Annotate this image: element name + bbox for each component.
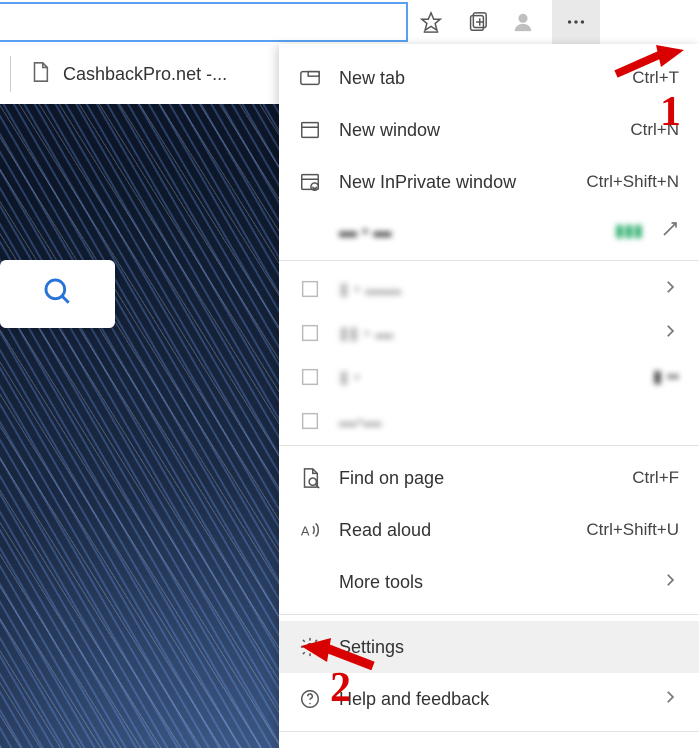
inprivate-icon (295, 171, 325, 193)
menu-item-read-aloud[interactable]: A Read aloud Ctrl+Shift+U (279, 504, 699, 556)
search-box[interactable] (0, 260, 115, 328)
menu-shortcut: Ctrl+Shift+N (586, 172, 679, 192)
new-tab-icon (295, 67, 325, 89)
page-icon (29, 61, 51, 88)
blur-icon (295, 366, 325, 388)
menu-item-zoom[interactable]: ▬ ▪ ▬ ▮▮▮ (279, 208, 699, 254)
menu-label: ▬▪▬ (339, 411, 679, 432)
address-bar[interactable] (0, 2, 408, 42)
chevron-right-icon (661, 322, 679, 345)
menu-label: ▬ ▪ ▬ (339, 221, 615, 242)
blur-icon (295, 322, 325, 344)
menu-shortcut: Ctrl+T (632, 68, 679, 88)
profile-button[interactable] (500, 0, 546, 44)
menu-shortcut: ▮▮▮ (615, 221, 643, 241)
menu-shortcut: Ctrl+Shift+U (586, 520, 679, 540)
menu-label: Settings (339, 637, 679, 658)
menu-item-more-tools[interactable]: More tools (279, 556, 699, 608)
menu-divider (279, 614, 699, 615)
favorites-bar-item-label: CashbackPro.net -... (63, 64, 227, 85)
blur-icon (295, 410, 325, 432)
svg-text:A: A (301, 524, 310, 539)
menu-divider (279, 260, 699, 261)
settings-menu: New tab Ctrl+T New window Ctrl+N New InP… (279, 44, 699, 748)
menu-shortcut: Ctrl+N (630, 120, 679, 140)
menu-item-close-edge[interactable]: Close Microsoft Edge (279, 738, 699, 748)
menu-item-new-inprivate[interactable]: New InPrivate window Ctrl+Shift+N (279, 156, 699, 208)
menu-label: Help and feedback (339, 689, 661, 710)
menu-label: New InPrivate window (339, 172, 586, 193)
blur-icon (295, 278, 325, 300)
menu-item-new-tab[interactable]: New tab Ctrl+T (279, 52, 699, 104)
menu-label: New window (339, 120, 630, 141)
chevron-right-icon (661, 571, 679, 594)
find-icon (295, 467, 325, 489)
menu-shortcut: Ctrl+F (632, 468, 679, 488)
new-window-icon (295, 119, 325, 141)
menu-label: More tools (339, 572, 661, 593)
search-icon (42, 276, 74, 313)
menu-divider (279, 731, 699, 732)
menu-label: ▮ ▪ ▬▬ (339, 279, 661, 300)
menu-item-new-window[interactable]: New window Ctrl+N (279, 104, 699, 156)
menu-label: ▮▮ ▪ ▬ (339, 323, 661, 344)
fullscreen-icon[interactable] (661, 220, 679, 243)
chevron-right-icon (661, 688, 679, 711)
menu-item-help[interactable]: Help and feedback (279, 673, 699, 725)
menu-item-find-on-page[interactable]: Find on page Ctrl+F (279, 452, 699, 504)
favorites-bar-item[interactable]: CashbackPro.net -... (29, 61, 227, 88)
menu-label: New tab (339, 68, 632, 89)
favorites-button[interactable] (408, 0, 454, 44)
settings-and-more-button[interactable] (552, 0, 600, 44)
menu-label: ▮ ▪ (339, 367, 653, 388)
menu-item-favorites-blur[interactable]: ▮ ▪ ▬▬ (279, 267, 699, 311)
divider (10, 56, 11, 92)
menu-item-apps-blur[interactable]: ▬▪▬ (279, 399, 699, 443)
menu-item-settings[interactable]: Settings (279, 621, 699, 673)
gear-icon (295, 636, 325, 658)
read-aloud-icon: A (295, 519, 325, 541)
toolbar (0, 0, 699, 44)
menu-item-downloads-blur[interactable]: ▮ ▪ ▮ ▪▪ (279, 355, 699, 399)
menu-divider (279, 445, 699, 446)
menu-label: Find on page (339, 468, 632, 489)
collections-button[interactable] (454, 0, 500, 44)
help-icon (295, 688, 325, 710)
chevron-right-icon (661, 278, 679, 301)
menu-shortcut: ▮ ▪▪ (653, 367, 679, 387)
menu-item-history-blur[interactable]: ▮▮ ▪ ▬ (279, 311, 699, 355)
menu-label: Read aloud (339, 520, 586, 541)
